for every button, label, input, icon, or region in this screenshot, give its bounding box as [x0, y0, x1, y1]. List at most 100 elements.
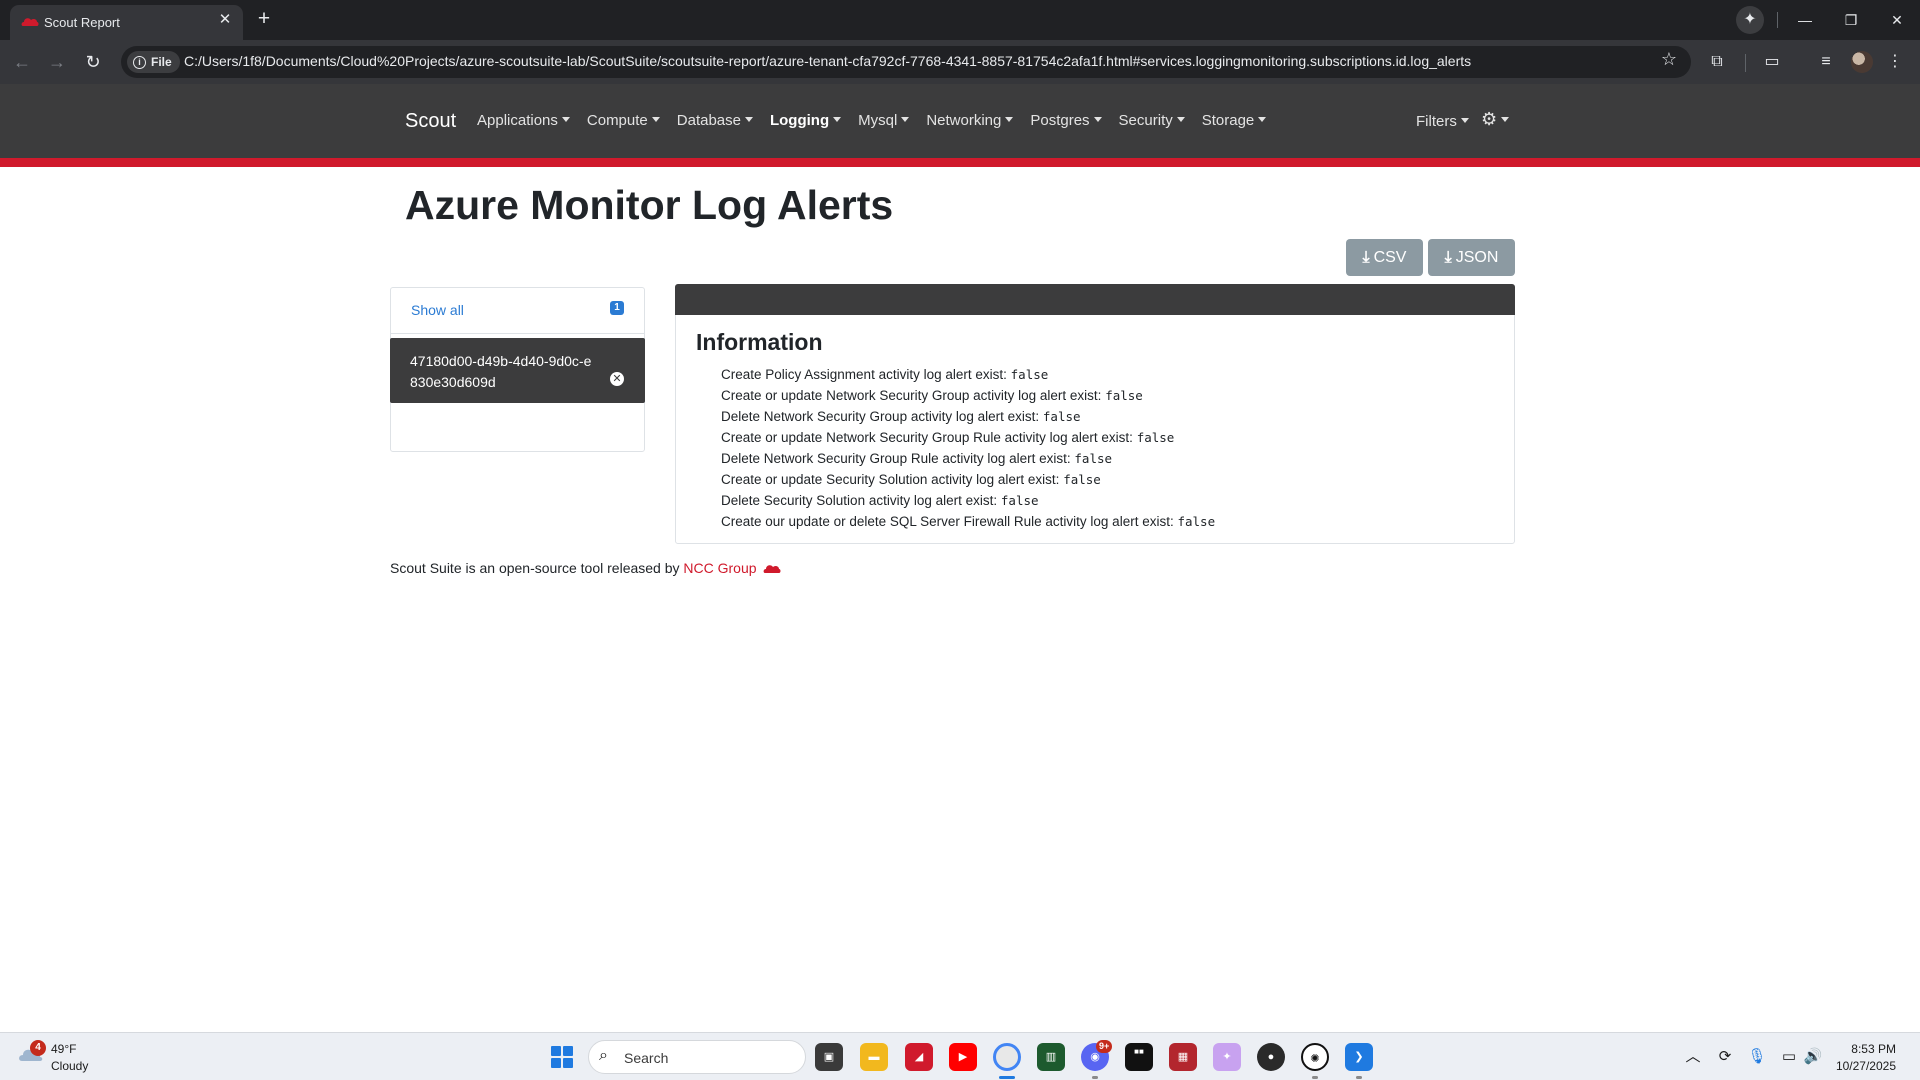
list-item: Delete Network Security Group activity l… [721, 409, 1081, 424]
nav-menu: Applications Compute Database Logging My… [477, 112, 1283, 129]
discord-badge: 9+ [1096, 1040, 1113, 1053]
windows-taskbar: 4 49°F Cloudy ⌕ Search ▣ ▬ ◢ ▶ ▥ ◉ 9+ ■■… [0, 1032, 1920, 1080]
obs-icon[interactable]: ● [1257, 1043, 1285, 1071]
profile-avatar[interactable] [1851, 51, 1873, 73]
minimize-icon[interactable]: — [1785, 6, 1825, 34]
nav-item-mysql[interactable]: Mysql [858, 112, 910, 129]
caret-down-icon [1258, 117, 1267, 122]
bookmark-star-icon[interactable]: ☆ [1661, 49, 1677, 70]
weather-condition[interactable]: Cloudy [51, 1059, 88, 1073]
nav-item-storage[interactable]: Storage [1202, 112, 1267, 129]
search-placeholder: Search [624, 1050, 669, 1066]
network-icon[interactable]: ▭ [1779, 1047, 1799, 1067]
youtube-icon[interactable]: ▶ [949, 1043, 977, 1071]
app-indicator [1356, 1076, 1362, 1079]
show-all-item[interactable]: Show all 1 [391, 288, 644, 334]
list-item: Create or update Network Security Group … [721, 430, 1175, 445]
caret-down-icon [901, 117, 910, 122]
ncc-group-link[interactable]: NCC Group [683, 560, 756, 576]
tab-title: Scout Report [44, 15, 120, 30]
list-item: Create or update Network Security Group … [721, 388, 1143, 403]
caret-down-icon [833, 117, 842, 122]
download-csv-button[interactable]: ⤓ CSV [1346, 239, 1423, 276]
restore-icon[interactable]: ❐ [1831, 6, 1871, 34]
site-info-icon: i [133, 55, 146, 69]
back-icon[interactable]: ← [9, 49, 35, 75]
forward-icon[interactable]: → [44, 49, 70, 75]
clock-time[interactable]: 8:53 PM [1851, 1042, 1896, 1056]
scout-navbar: Scout Applications Compute Database Logg… [0, 84, 1920, 158]
nav-item-logging[interactable]: Logging [770, 112, 842, 129]
pinned-app-crimson-icon[interactable]: ▦ [1169, 1043, 1197, 1071]
weather-temperature[interactable]: 49°F [51, 1042, 76, 1056]
information-list: Create Policy Assignment activity log al… [721, 364, 1215, 532]
url-text[interactable]: C:/Users/1f8/Documents/Cloud%20Projects/… [184, 53, 1471, 69]
caret-down-icon [1093, 117, 1102, 122]
clock-date[interactable]: 10/27/2025 [1836, 1059, 1896, 1073]
filters-dropdown[interactable]: Filters [1416, 113, 1469, 130]
nav-item-postgres[interactable]: Postgres [1030, 112, 1102, 129]
active-app-indicator [999, 1076, 1015, 1079]
subscription-item[interactable]: 47180d00-d49b-4d40-9d0c-e830e30d609d ✕ [390, 338, 645, 403]
app-indicator [1092, 1076, 1098, 1079]
nav-item-database[interactable]: Database [677, 112, 753, 129]
new-tab-button[interactable]: + [253, 7, 275, 31]
gemini-sparkle-icon[interactable]: ✦ [1736, 6, 1764, 34]
list-item: Create or update Security Solution activ… [721, 472, 1101, 487]
brand-logo[interactable]: Scout [405, 110, 456, 133]
call-of-duty-icon[interactable]: ■■ [1125, 1043, 1153, 1071]
csv-label: CSV [1373, 249, 1407, 266]
caret-down-icon [561, 117, 570, 122]
ncc-cloud-icon [764, 565, 781, 573]
show-all-link[interactable]: Show all [411, 302, 464, 318]
list-item: Delete Security Solution activity log al… [721, 493, 1039, 508]
browser-toolbar: ← → ↻ i File C:/Users/1f8/Documents/Clou… [0, 40, 1920, 84]
menu-icon[interactable]: ⋮ [1882, 49, 1908, 75]
tab-close-icon[interactable]: ✕ [216, 11, 234, 29]
tray-overflow-chevron-icon[interactable]: ︿ [1683, 1047, 1703, 1067]
extensions-icon[interactable]: ⧉ [1704, 49, 1730, 75]
download-icon: ⤓ [1362, 249, 1370, 266]
close-window-icon[interactable]: ✕ [1877, 6, 1917, 34]
details-panel: Information Create Policy Assignment act… [675, 284, 1515, 544]
game-controller-icon[interactable]: ✦ [1213, 1043, 1241, 1071]
chatgpt-icon[interactable]: ✺ [1301, 1043, 1329, 1071]
reload-icon[interactable]: ↻ [80, 49, 106, 75]
scout-favicon-icon [21, 18, 39, 26]
page-title: Azure Monitor Log Alerts [405, 182, 894, 228]
nav-item-security[interactable]: Security [1119, 112, 1185, 129]
caret-down-icon [744, 117, 753, 122]
nav-item-networking[interactable]: Networking [926, 112, 1014, 129]
browser-tab[interactable]: Scout Report ✕ [10, 5, 243, 40]
file-explorer-icon[interactable]: ▬ [860, 1043, 888, 1071]
media-icon[interactable]: ▭ [1759, 49, 1785, 75]
windows-start-icon[interactable] [551, 1046, 573, 1068]
footer-text: Scout Suite is an open-source tool relea… [390, 560, 680, 576]
page-footer: Scout Suite is an open-source tool relea… [390, 560, 781, 576]
list-item: Create Policy Assignment activity log al… [721, 367, 1049, 382]
remove-filter-icon[interactable]: ✕ [610, 372, 624, 386]
caret-down-icon [1176, 117, 1185, 122]
site-info-chip[interactable]: i File [127, 51, 180, 73]
caret-down-icon [1005, 117, 1014, 122]
nav-item-compute[interactable]: Compute [587, 112, 660, 129]
subscription-id: 47180d00-d49b-4d40-9d0c-e830e30d609d [410, 353, 592, 390]
address-bar[interactable]: i File C:/Users/1f8/Documents/Cloud%20Pr… [121, 46, 1691, 78]
taskbar-search[interactable]: ⌕ Search [588, 1040, 806, 1074]
task-view-icon[interactable]: ▣ [815, 1043, 843, 1071]
list-item: Delete Network Security Group Rule activ… [721, 451, 1113, 466]
reading-list-icon[interactable]: ≡ [1813, 49, 1839, 75]
download-json-button[interactable]: ⤓ JSON [1428, 239, 1515, 276]
pinned-app-red-icon[interactable]: ◢ [905, 1043, 933, 1071]
vscode-icon[interactable]: ❯ [1345, 1043, 1373, 1071]
caret-down-icon [1460, 118, 1469, 123]
pinned-app-green-icon[interactable]: ▥ [1037, 1043, 1065, 1071]
volume-icon[interactable]: 🔊 [1803, 1047, 1823, 1067]
nav-item-applications[interactable]: Applications [477, 112, 570, 129]
microphone-icon[interactable]: 🎙 [1747, 1047, 1767, 1067]
settings-gear-icon[interactable]: ⚙ [1481, 109, 1510, 130]
accent-bar [0, 158, 1920, 167]
search-icon: ⌕ [599, 1047, 608, 1064]
sync-icon[interactable]: ⟳ [1715, 1047, 1735, 1067]
chrome-icon[interactable] [993, 1043, 1021, 1071]
